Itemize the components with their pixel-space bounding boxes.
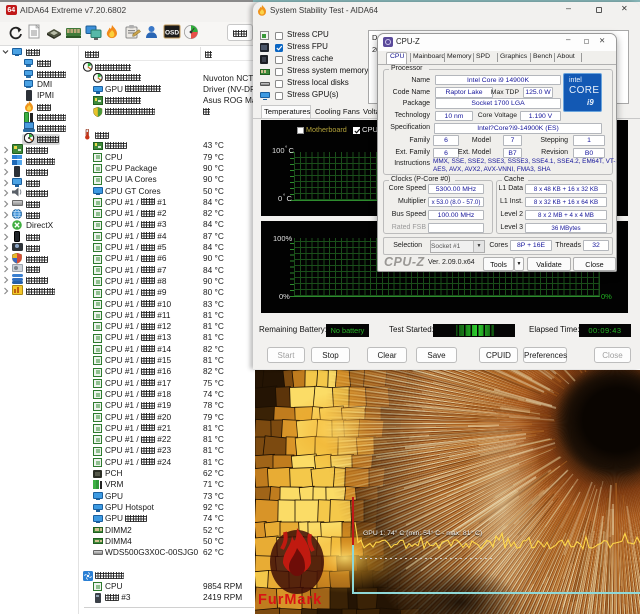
svg-text:FurMark: FurMark: [258, 592, 322, 608]
svg-text:OSD: OSD: [165, 30, 179, 37]
